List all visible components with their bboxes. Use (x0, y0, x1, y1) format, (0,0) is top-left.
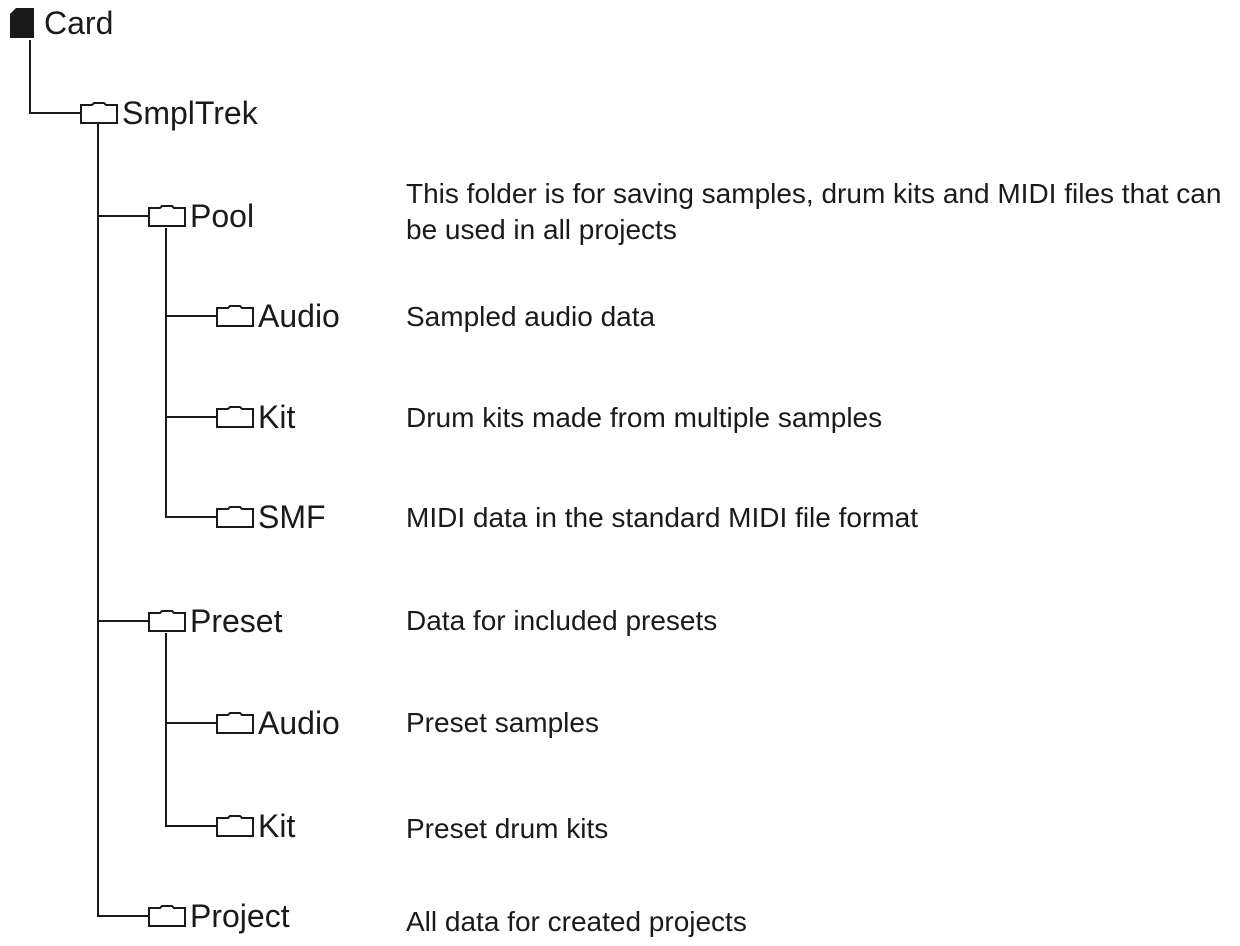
tree-node-pool-audio[interactable]: Audio (216, 296, 340, 336)
tree-node-project[interactable]: Project (148, 896, 290, 936)
node-label-pool: Pool (190, 198, 255, 234)
node-label-pool-audio: Audio (258, 298, 340, 334)
node-label-pool-smf: SMF (258, 499, 326, 535)
connector-card-smpltrek (29, 40, 80, 114)
connector-pool-trunk (165, 228, 216, 518)
folder-icon (216, 815, 254, 837)
description-pool-audio: Sampled audio data (406, 301, 656, 332)
description-pool-kit: Drum kits made from multiple samples (406, 402, 883, 433)
node-label-preset-audio: Audio (258, 705, 340, 741)
node-label-card: Card (44, 5, 114, 41)
folder-icon (216, 305, 254, 327)
node-label-project: Project (190, 898, 290, 934)
node-label-preset: Preset (190, 603, 283, 639)
description-preset-kit: Preset drum kits (406, 813, 609, 844)
tree-node-preset-kit[interactable]: Kit (216, 806, 295, 846)
folder-icon (216, 712, 254, 734)
node-label-smpltrek: SmplTrek (122, 95, 258, 131)
tree-node-pool[interactable]: Pool (148, 196, 254, 236)
tree-node-preset-audio[interactable]: Audio (216, 703, 340, 743)
tree-node-pool-kit[interactable]: Kit (216, 397, 295, 437)
folder-icon (216, 506, 254, 528)
tree-node-smpltrek[interactable]: SmplTrek (80, 93, 258, 133)
description-pool: This folder is for saving samples, drum … (406, 178, 1222, 245)
tree-node-card[interactable]: Card (8, 3, 113, 43)
node-label-preset-kit: Kit (258, 808, 296, 844)
sd-card-icon (10, 8, 34, 38)
tree-node-pool-smf[interactable]: SMF (216, 497, 326, 537)
description-pool-smf: MIDI data in the standard MIDI file form… (406, 502, 918, 533)
connector-preset-trunk (165, 633, 216, 827)
node-label-pool-kit: Kit (258, 399, 296, 435)
description-project: All data for created projects (406, 906, 747, 937)
description-preset-audio: Preset samples (406, 707, 599, 738)
tree-connector-lines (29, 40, 216, 917)
folder-icon (148, 905, 186, 927)
folder-icon (148, 610, 186, 632)
connector-smpltrek-trunk (97, 124, 148, 917)
description-preset: Data for included presets (406, 605, 718, 636)
folder-icon (80, 102, 118, 124)
tree-node-preset[interactable]: Preset (148, 601, 282, 641)
folder-icon (216, 406, 254, 428)
folder-icon (148, 205, 186, 227)
